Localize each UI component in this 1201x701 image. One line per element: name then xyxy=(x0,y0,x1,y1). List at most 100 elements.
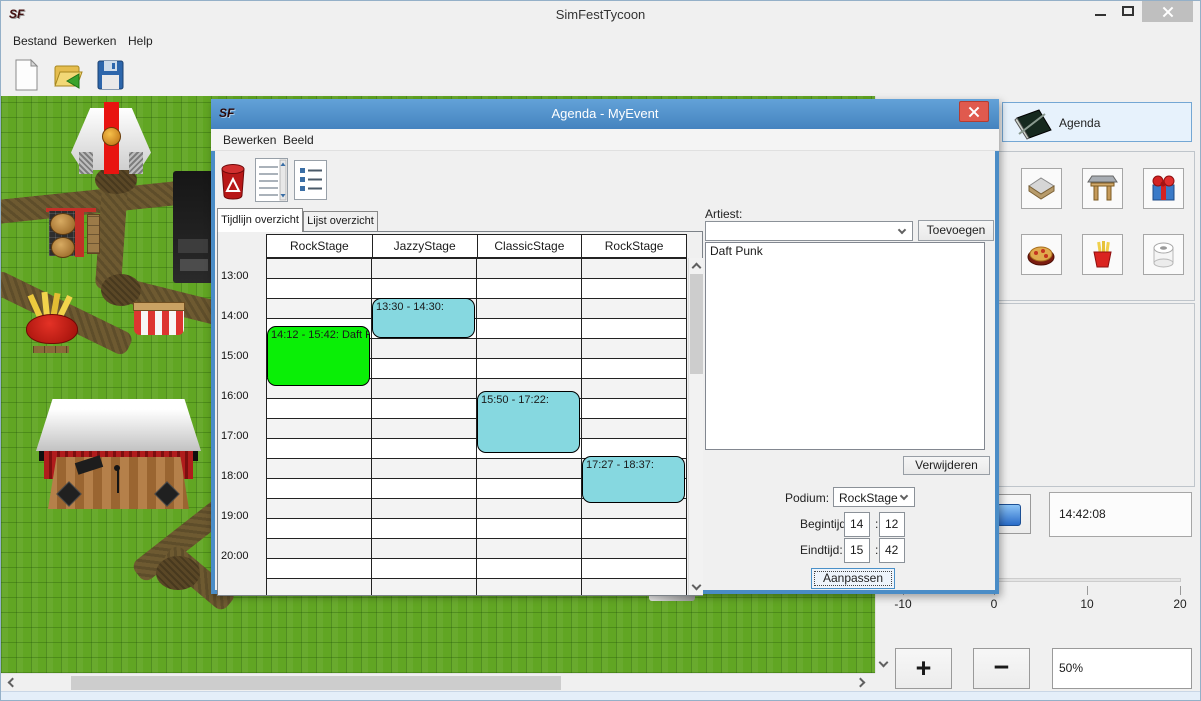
shop-item-toilet-paper[interactable] xyxy=(1143,234,1184,275)
tent-leg xyxy=(129,152,143,174)
time-separator: : xyxy=(875,517,878,531)
column-header: JazzyStage xyxy=(372,235,477,257)
speaker-stack[interactable] xyxy=(173,171,215,283)
open-file-button[interactable] xyxy=(51,57,87,93)
slider-tick-label: 10 xyxy=(1080,597,1093,611)
main-stage[interactable] xyxy=(36,399,201,514)
time-label: 19:00 xyxy=(221,510,249,522)
grid-body[interactable]: 14:12 - 15:42: Daft Punk13:30 - 14:30: 15… xyxy=(266,258,687,595)
toilet-paper-icon xyxy=(1148,239,1179,270)
save-floppy-icon xyxy=(93,57,129,93)
agenda-dialog: SF Agenda - MyEvent Bewerken Beeld xyxy=(211,99,999,594)
remove-artist-button[interactable]: Verwijderen xyxy=(903,456,990,475)
tab-tijdlijn-overzicht[interactable]: Tijdlijn overzicht xyxy=(217,208,303,232)
time-gutter: 13:0014:0015:0016:0017:0018:0019:0020:00 xyxy=(218,232,266,595)
artist-listbox[interactable]: Daft Punk xyxy=(705,242,985,450)
grid-header-row: RockStageJazzyStageClassicStageRockStage xyxy=(266,234,687,258)
dialog-title: Agenda - MyEvent xyxy=(211,106,999,121)
new-file-icon xyxy=(9,57,45,93)
menu-bestand[interactable]: Bestand xyxy=(9,33,61,49)
zoom-out-button[interactable]: − xyxy=(973,648,1030,689)
mic-stand xyxy=(117,469,119,493)
chevron-down-icon xyxy=(898,226,906,234)
minimize-icon xyxy=(1095,14,1106,16)
column-header: ClassicStage xyxy=(477,235,582,257)
dialog-close-button[interactable] xyxy=(959,101,989,122)
timeline-view-button[interactable] xyxy=(255,158,288,202)
end-time-label: Eindtijd: xyxy=(800,543,843,557)
tent-leg xyxy=(79,152,93,174)
dialog-menu-bar: Bewerken Beeld xyxy=(211,129,999,151)
fries-stand[interactable] xyxy=(25,292,79,354)
list-view-button[interactable] xyxy=(294,160,327,200)
shop-item-pizza[interactable] xyxy=(1021,234,1062,275)
add-artist-button[interactable]: Toevoegen xyxy=(918,220,994,241)
burger xyxy=(50,213,76,235)
slider-tick-label: 0 xyxy=(991,597,998,611)
minimize-button[interactable] xyxy=(1086,1,1114,22)
schedule-event[interactable]: 15:50 - 17:22: xyxy=(477,391,580,452)
begin-time-label: Begintijd: xyxy=(800,517,849,531)
delete-tool-button[interactable] xyxy=(219,161,247,204)
slider-tick xyxy=(1180,586,1181,595)
scroll-down-icon[interactable] xyxy=(879,658,889,668)
close-button[interactable] xyxy=(1142,1,1193,22)
tab-lijst-overzicht[interactable]: Lijst overzicht xyxy=(303,211,378,232)
menu-help[interactable]: Help xyxy=(124,33,157,49)
scroll-right-icon[interactable] xyxy=(856,678,866,688)
schedule-event[interactable]: 17:27 - 18:37: xyxy=(582,456,685,503)
maximize-icon xyxy=(1122,6,1134,16)
shop-item-gate[interactable] xyxy=(1082,168,1123,209)
chevron-down-icon xyxy=(900,492,908,500)
fries-icon xyxy=(1087,239,1118,270)
title-bar[interactable]: SF SimFestTycoon xyxy=(1,1,1200,30)
schedule-event[interactable]: 13:30 - 14:30: xyxy=(372,298,475,338)
scroll-left-icon[interactable] xyxy=(8,678,18,688)
window-title: SimFestTycoon xyxy=(1,7,1200,22)
shop-item-gift[interactable] xyxy=(1143,168,1184,209)
agenda-button-label: Agenda xyxy=(1059,116,1100,130)
artist-combobox[interactable] xyxy=(705,221,913,241)
artist-label: Artiest: xyxy=(705,207,742,221)
begin-hour-field[interactable]: 14 xyxy=(844,512,870,537)
scrollbar-corner xyxy=(875,673,890,691)
shop-item-road-tile[interactable] xyxy=(1021,168,1062,209)
time-label: 16:00 xyxy=(221,390,249,402)
time-label: 13:00 xyxy=(221,270,249,282)
save-button[interactable] xyxy=(93,57,129,93)
time-separator: : xyxy=(875,543,878,557)
slider-tick-label: -10 xyxy=(894,597,911,611)
dialog-menu-beeld[interactable]: Beeld xyxy=(279,132,318,148)
map-horizontal-scrollbar[interactable] xyxy=(1,673,875,691)
timeline-view-icon xyxy=(256,159,287,201)
zoom-in-button[interactable]: + xyxy=(895,648,952,689)
end-hour-field[interactable]: 15 xyxy=(844,538,870,563)
striped-stand[interactable] xyxy=(133,302,185,336)
dialog-title-bar[interactable]: SF Agenda - MyEvent xyxy=(211,99,999,129)
dialog-menu-bewerken[interactable]: Bewerken xyxy=(219,132,280,148)
application-window: SF SimFestTycoon Bestand Bewerken Help xyxy=(0,0,1201,701)
scroll-up-icon[interactable] xyxy=(692,263,702,273)
begin-minute-field[interactable]: 12 xyxy=(879,512,905,537)
shop-item-fries[interactable] xyxy=(1082,234,1123,275)
new-file-button[interactable] xyxy=(9,57,45,93)
scrollbar-thumb[interactable] xyxy=(71,676,561,690)
maximize-button[interactable] xyxy=(1114,1,1142,22)
burger-stand[interactable] xyxy=(46,208,104,258)
end-minute-field[interactable]: 42 xyxy=(879,538,905,563)
zoom-level-display: 50% xyxy=(1052,648,1192,689)
grid-scrollbar[interactable] xyxy=(688,258,703,595)
gate-icon xyxy=(1087,173,1118,204)
stage-roof xyxy=(36,399,201,451)
scroll-down-icon[interactable] xyxy=(692,581,702,591)
agenda-button[interactable]: Agenda xyxy=(1002,102,1192,142)
apply-button[interactable]: Aanpassen xyxy=(811,568,895,589)
scrollbar-thumb[interactable] xyxy=(690,274,703,374)
schedule-event[interactable]: 14:12 - 15:42: Daft Punk xyxy=(267,326,370,386)
road-tile-icon xyxy=(1026,173,1057,204)
artist-list-item[interactable]: Daft Punk xyxy=(706,243,984,259)
list-view-icon xyxy=(295,161,326,199)
podium-combobox[interactable]: RockStage xyxy=(833,487,915,507)
menu-bewerken[interactable]: Bewerken xyxy=(59,33,120,49)
podium-label: Podium: xyxy=(785,491,829,505)
